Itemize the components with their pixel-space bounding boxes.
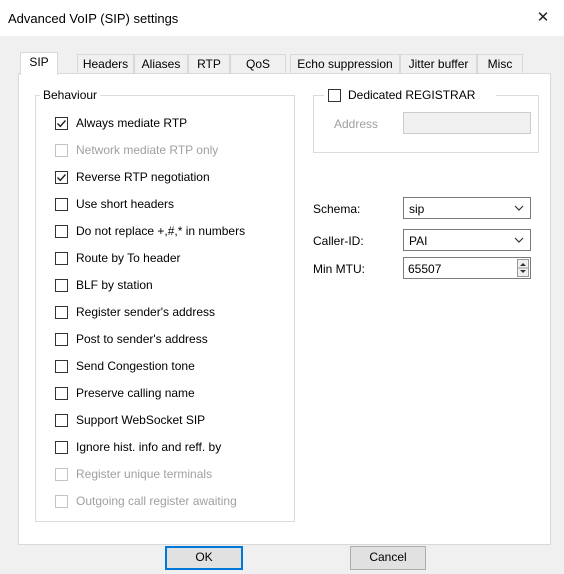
tab-sip[interactable]: SIP [20,52,58,75]
minmtu-value: 65507 [408,262,442,276]
tab-jitter-buffer[interactable]: Jitter buffer [400,54,477,73]
behaviour-checkbox[interactable] [55,414,68,427]
chevron-down-icon [513,232,525,251]
behaviour-checkbox[interactable] [55,306,68,319]
tab-label: Misc [487,57,513,71]
callerid-value: PAI [409,234,428,248]
behaviour-option-label[interactable]: Route by To header [76,251,181,265]
behaviour-checkbox [55,468,68,481]
check-icon [57,174,67,182]
callerid-label: Caller-ID: [313,234,364,248]
cancel-button-label: Cancel [369,550,407,564]
behaviour-checkbox[interactable] [55,333,68,346]
address-label: Address [334,117,379,131]
tab-label: RTP [197,57,221,71]
behaviour-option-label[interactable]: Send Congestion tone [76,359,195,373]
behaviour-option-label[interactable]: Post to sender's address [76,332,208,346]
tab-echo-suppression[interactable]: Echo suppression [290,54,400,73]
tab-label: SIP [29,55,49,69]
behaviour-checkbox[interactable] [55,441,68,454]
behaviour-checkbox[interactable] [55,198,68,211]
registrar-label: Dedicated REGISTRAR [348,88,476,102]
behaviour-option-label[interactable]: Reverse RTP negotiation [76,170,210,184]
callerid-select[interactable]: PAI [403,229,531,251]
check-icon [57,120,67,128]
tab-qos[interactable]: QoS [230,54,286,73]
behaviour-checkbox [55,495,68,508]
tab-rtp[interactable]: RTP [188,54,230,73]
behaviour-group-label: Behaviour [40,88,101,102]
schema-label: Schema: [313,202,361,216]
behaviour-option-label[interactable]: BLF by station [76,278,153,292]
chevron-down-icon [513,200,525,219]
behaviour-checkbox[interactable] [55,225,68,238]
behaviour-checkbox[interactable] [55,360,68,373]
tab-label: Echo suppression [297,57,393,71]
ok-button-label: OK [195,550,213,564]
registrar-checkbox[interactable] [328,89,341,102]
behaviour-checkbox [55,144,68,157]
behaviour-checkbox[interactable] [55,117,68,130]
tab-label: Headers [82,57,129,71]
minmtu-spinbox[interactable]: 65507 [403,257,531,279]
cancel-button[interactable]: Cancel [350,546,426,570]
behaviour-option-label[interactable]: Ignore hist. info and reff. by [76,440,221,454]
behaviour-option-label[interactable]: Use short headers [76,197,174,211]
tab-misc[interactable]: Misc [477,54,523,73]
behaviour-checkbox[interactable] [55,387,68,400]
tab-label: Aliases [141,57,181,71]
schema-select[interactable]: sip [403,197,531,219]
close-icon[interactable]: ✕ [532,7,554,29]
spin-buttons[interactable] [517,259,529,277]
behaviour-option-label[interactable]: Do not replace +,#,* in numbers [76,224,245,238]
tab-aliases[interactable]: Aliases [134,54,188,73]
behaviour-option-label: Network mediate RTP only [76,143,219,157]
behaviour-option-label: Outgoing call register awaiting [76,494,237,508]
tab-label: Jitter buffer [408,57,469,71]
tab-headers[interactable]: Headers [77,54,134,73]
minmtu-label: Min MTU: [313,262,365,276]
behaviour-checkbox[interactable] [55,252,68,265]
behaviour-option-label[interactable]: Always mediate RTP [76,116,187,130]
tab-label: QoS [245,57,270,71]
window-title: Advanced VoIP (SIP) settings [8,11,179,26]
behaviour-option-label[interactable]: Support WebSocket SIP [76,413,205,427]
behaviour-checkbox[interactable] [55,171,68,184]
behaviour-option-label: Register unique terminals [76,467,213,481]
ok-button[interactable]: OK [165,546,243,570]
address-input[interactable] [403,112,531,134]
behaviour-option-label[interactable]: Register sender's address [76,305,215,319]
schema-value: sip [409,202,425,216]
behaviour-option-label[interactable]: Preserve calling name [76,386,195,400]
behaviour-checkbox[interactable] [55,279,68,292]
